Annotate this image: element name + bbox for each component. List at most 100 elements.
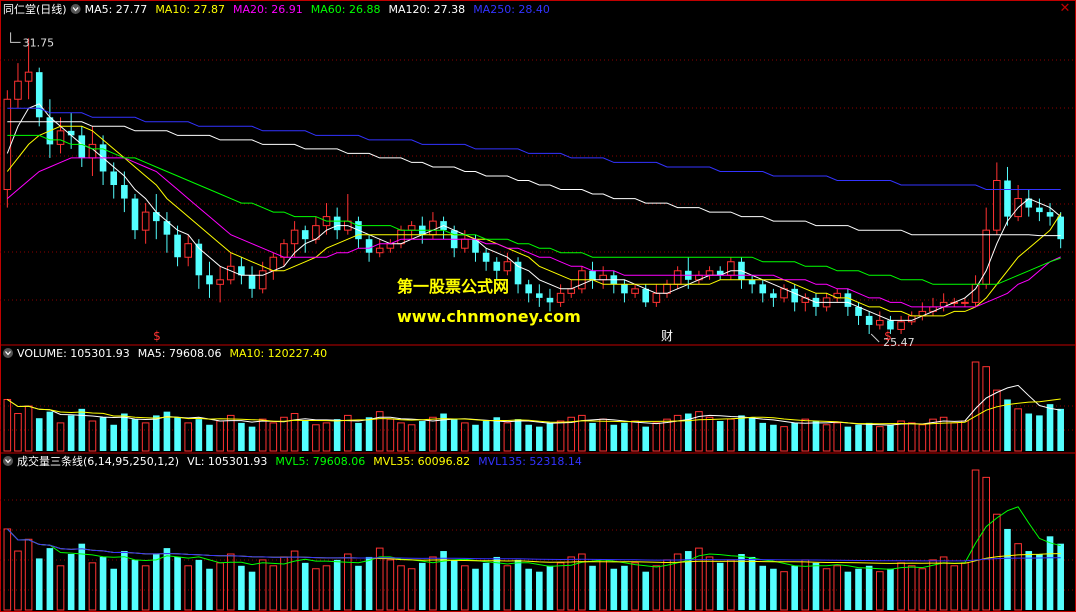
volume-bar xyxy=(812,562,820,610)
volume-bar xyxy=(822,424,831,452)
volume-bar xyxy=(24,405,33,452)
candle-down xyxy=(121,185,128,199)
volume-bar xyxy=(301,421,309,451)
candle-down xyxy=(301,230,309,240)
candle-up xyxy=(280,243,288,258)
volume-bar xyxy=(897,562,905,611)
volume-bar xyxy=(525,568,532,610)
chevron-down-icon xyxy=(3,456,13,466)
volume-bar xyxy=(195,559,203,610)
volume-header-value: MA10: 120227.40 xyxy=(229,347,327,360)
volume-bar xyxy=(355,422,362,451)
volume-bar xyxy=(248,426,256,451)
volume-bar xyxy=(365,556,373,610)
candle-up xyxy=(407,225,416,231)
volume-bar xyxy=(269,422,278,452)
volume-bar xyxy=(993,513,1001,611)
volume-bar xyxy=(46,411,54,451)
candle-down xyxy=(865,315,873,325)
volume-bar xyxy=(131,419,139,451)
volume-bar xyxy=(46,548,54,610)
volume-bar xyxy=(546,422,554,451)
volume-bar xyxy=(663,418,671,452)
candle-down xyxy=(78,135,86,158)
volume-bar xyxy=(121,551,128,610)
volume-bar xyxy=(833,422,842,452)
volume-bar xyxy=(121,413,128,451)
indicator-header-value: MVL35: 60096.82 xyxy=(373,455,470,468)
ma-header-value: MA5: 27.77 xyxy=(85,3,148,16)
volume-bar xyxy=(844,571,852,610)
volume-bar xyxy=(493,556,501,610)
volume-bar xyxy=(290,413,299,452)
volume-bar xyxy=(897,420,905,452)
candle-up xyxy=(397,229,405,245)
volume-bar xyxy=(216,562,224,611)
volume-bar xyxy=(280,556,288,611)
volume-bar xyxy=(727,418,735,452)
volume-bar xyxy=(386,418,395,452)
volume-bar xyxy=(482,421,490,451)
candle-down xyxy=(482,252,490,262)
candle-down xyxy=(1036,207,1043,213)
candle-up xyxy=(503,261,512,272)
volume-bar xyxy=(333,419,341,451)
candle-up xyxy=(727,261,735,276)
volume-header-value: VOLUME: 105301.93 xyxy=(17,347,130,360)
indicator-header-value: 成交量三条线(6,14,95,250,1,2) xyxy=(17,454,179,468)
volume-bar xyxy=(844,426,852,451)
volume-bar xyxy=(812,421,820,451)
volume-bar xyxy=(865,422,873,451)
candle-up xyxy=(14,80,22,100)
volume-bar xyxy=(525,424,532,451)
volume-bar xyxy=(705,416,714,452)
volume-bar xyxy=(429,416,437,452)
candle-up xyxy=(429,220,437,236)
candle-up xyxy=(56,130,65,145)
volume-bar xyxy=(333,559,341,610)
volume-bar xyxy=(791,422,798,451)
volume-bar xyxy=(184,565,192,611)
candle-up xyxy=(631,288,639,294)
volume-header-value: MA5: 79608.06 xyxy=(138,347,222,360)
volume-bar xyxy=(258,559,267,611)
volume-bar xyxy=(514,419,522,451)
volume-bar xyxy=(3,528,12,611)
stock-chart-canvas[interactable]: 31.7525.47$ 财 $同仁堂(日线) MA5: 27.77 MA10: 27.8… xyxy=(0,0,1076,612)
volume-bar xyxy=(748,417,756,451)
volume-bar xyxy=(418,421,426,451)
candle-up xyxy=(269,256,278,272)
volume-bar xyxy=(950,422,959,452)
volume-bar xyxy=(280,416,288,452)
volume-bar xyxy=(163,548,171,610)
volume-bar xyxy=(450,419,458,451)
candle-down xyxy=(333,216,341,231)
volume-bar xyxy=(556,420,565,452)
candle-up xyxy=(461,238,469,249)
volume-bar xyxy=(822,568,831,611)
volume-bar xyxy=(472,424,479,451)
volume-bar xyxy=(705,556,714,611)
volume-bar xyxy=(35,418,43,451)
volume-bar xyxy=(1025,551,1033,610)
candle-down xyxy=(621,284,628,294)
volume-bar xyxy=(386,559,395,611)
candle-up xyxy=(226,265,235,281)
volume-bar xyxy=(1004,399,1011,451)
candle-up xyxy=(993,180,1001,231)
close-icon[interactable]: ✕ xyxy=(1058,2,1072,16)
volume-bar xyxy=(939,416,948,452)
volume-bar xyxy=(407,424,416,452)
volume-bar xyxy=(35,558,43,610)
candle-up xyxy=(386,243,395,249)
volume-bar xyxy=(939,556,948,611)
volume-bar xyxy=(780,571,788,611)
ma-line-ma5 xyxy=(6,103,1062,321)
volume-bar xyxy=(99,556,107,610)
volume-bar xyxy=(759,422,767,451)
volume-bar xyxy=(918,568,927,611)
volume-bar xyxy=(982,366,990,452)
volume-bar xyxy=(759,565,767,610)
candle-down xyxy=(35,72,43,118)
volume-bar xyxy=(482,562,490,610)
